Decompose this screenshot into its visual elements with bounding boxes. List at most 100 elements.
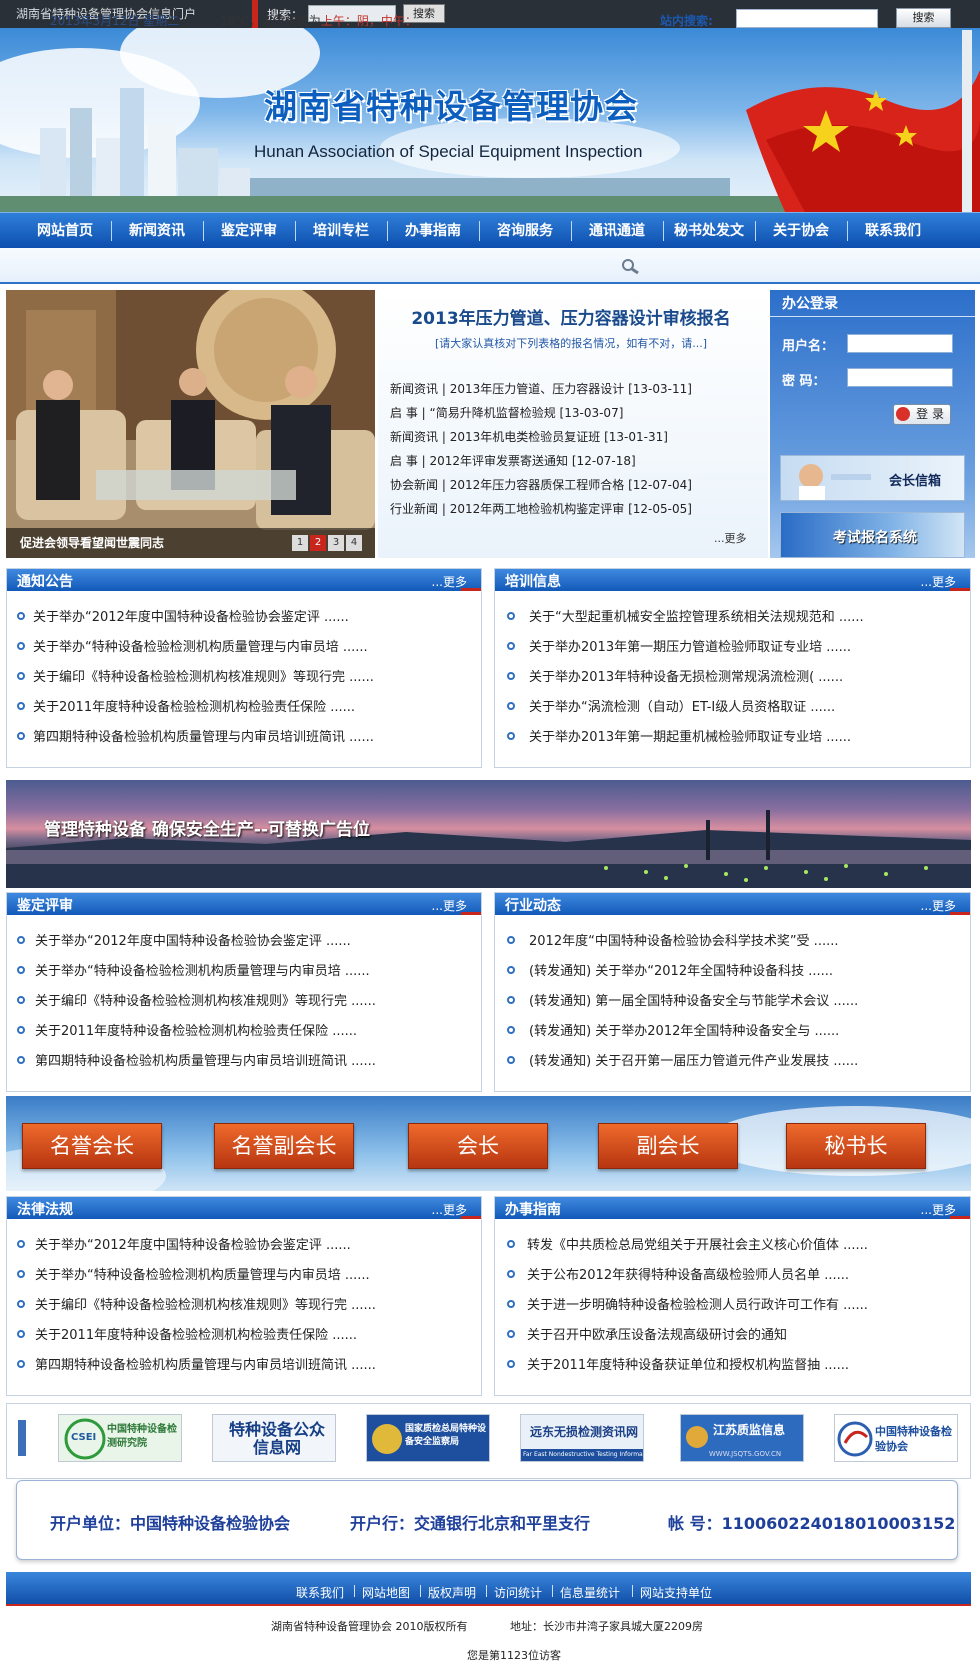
nav-item-consulting[interactable]: 咨询服务	[480, 213, 570, 249]
partner-logo-jiangsu-qts[interactable]: 江苏质监信息 WWW.JSQTS.GOV.CN	[680, 1414, 804, 1462]
scroll-left-arrow-icon[interactable]	[18, 1420, 26, 1456]
slideshow-page-3[interactable]: 3	[328, 535, 344, 551]
list-item[interactable]: 关于2011年度特种设备检验检测机构检验责任保险 ......	[35, 1324, 357, 1343]
list-item[interactable]: (转发通知) 关于举办“2012年全国特种设备科技 ......	[529, 960, 833, 979]
partner-logo-far-east-ndt[interactable]: 远东无损检测资讯网 Far East Nondestructive Testin…	[520, 1414, 644, 1462]
nav-item-secretariat[interactable]: 秘书处发文	[664, 213, 754, 249]
site-search-input[interactable]	[736, 9, 878, 28]
headline-title[interactable]: 2013年压力管道、压力容器设计审核报名	[396, 304, 746, 329]
list-item[interactable]: 第四期特种设备检验机构质量管理与内审员培训班简讯 ......	[33, 726, 374, 745]
mailbox-label: 会长信箱	[889, 474, 942, 489]
slideshow-photo[interactable]	[6, 290, 375, 558]
honorary-president-button[interactable]: 名誉会长	[22, 1123, 162, 1169]
list-item[interactable]: 2012年度“中国特种设备检验协会科学技术奖”受 ......	[529, 930, 838, 949]
list-item[interactable]: 关于编印《特种设备检验检测机构核准规则》等现行完 ......	[33, 666, 374, 685]
nav-item-news[interactable]: 新闻资讯	[112, 213, 202, 249]
list-item[interactable]: 转发《中共质检总局党组关于开展社会主义核心价值体 ......	[527, 1234, 868, 1253]
nav-item-about[interactable]: 关于协会	[756, 213, 846, 249]
training-title: 培训信息	[505, 574, 561, 590]
list-item[interactable]: 关于2011年度特种设备获证单位和授权机构监督抽 ......	[527, 1354, 849, 1373]
header-accent	[461, 588, 481, 591]
footer-link-info-stats[interactable]: 信息量统计	[560, 1584, 620, 1601]
username-input[interactable]	[847, 334, 953, 353]
footer-link-supporters[interactable]: 网站支持单位	[640, 1584, 712, 1601]
vice-president-button[interactable]: 副会长	[598, 1123, 738, 1169]
list-item[interactable]: 关于举办“特种设备检验检测机构质量管理与内审员培 ......	[33, 636, 368, 655]
bullet-icon	[17, 966, 25, 974]
list-item[interactable]: (转发通知) 关于举办2012年全国特种设备安全与 ......	[529, 1020, 839, 1039]
nav-item-communication[interactable]: 通讯通道	[572, 213, 662, 249]
headline-row[interactable]: 协会新闻 | 2012年压力容器质保工程师合格 [12-07-04]	[390, 476, 692, 493]
exam-registration-banner[interactable]: 考试报名系统	[780, 512, 965, 558]
list-item[interactable]: 关于举办2013年第一期起重机械检验师取证专业培 ......	[529, 726, 851, 745]
headline-row[interactable]: 新闻资讯 | 2013年机电类检验员复证班 [13-01-31]	[390, 428, 668, 445]
bullet-icon	[507, 702, 515, 710]
footer-link-sitemap[interactable]: 网站地图	[362, 1584, 410, 1601]
partner-logo-csei[interactable]: CSEI 中国特种设备检测研究院	[58, 1414, 182, 1462]
bullet-icon	[507, 1270, 515, 1278]
headline-row[interactable]: 新闻资讯 | 2013年压力管道、压力容器设计 [13-03-11]	[390, 380, 692, 397]
headline-text: 2012年评审发票寄送通知	[429, 454, 569, 468]
headline-subtitle[interactable]: [请大家认真核对下列表格的报名情况，如有不对，请...]	[396, 335, 746, 351]
list-item[interactable]: 关于“大型起重机械安全监控管理系统相关法规规范和 ......	[529, 606, 864, 625]
list-item[interactable]: 关于公布2012年获得特种设备高级检验师人员名单 ......	[527, 1264, 849, 1283]
partner-logo-public-info[interactable]: 特种设备公众信息网	[212, 1414, 336, 1462]
list-item[interactable]: 关于举办“2012年度中国特种设备检验协会鉴定评 ......	[33, 606, 349, 625]
footer-link-copyright[interactable]: 版权声明	[428, 1584, 476, 1601]
slideshow-caption[interactable]: 促进会领导看望闻世震同志	[20, 534, 164, 551]
nav-item-training[interactable]: 培训专栏	[296, 213, 386, 249]
nav-item-appraisal[interactable]: 鉴定评审	[204, 213, 294, 249]
list-item[interactable]: 第四期特种设备检验机构质量管理与内审员培训班简讯 ......	[35, 1354, 376, 1373]
username-label: 用户名：	[782, 339, 835, 354]
slideshow-page-1[interactable]: 1	[292, 535, 308, 551]
list-item[interactable]: (转发通知) 关于召开第一届压力管道元件产业发展技 ......	[529, 1050, 858, 1069]
headline-row[interactable]: 行业新闻 | 2012年两工地检验机构鉴定评审 [12-05-05]	[390, 500, 692, 517]
headline-row[interactable]: 启 事 | 2012年评审发票寄送通知 [12-07-18]	[390, 452, 636, 469]
site-search-button[interactable]: 搜索	[896, 8, 951, 28]
nav-item-home[interactable]: 网站首页	[20, 213, 110, 249]
headline-row[interactable]: 启 事 | “简易升降机监督检验规 [13-03-07]	[390, 404, 623, 421]
nav-item-contact[interactable]: 联系我们	[848, 213, 938, 249]
president-button[interactable]: 会长	[408, 1123, 548, 1169]
list-item[interactable]: 关于召开中欧承压设备法规高级研讨会的通知	[527, 1324, 787, 1343]
partner-logo-mark: Far East Nondestructive Testing Informat…	[523, 1451, 643, 1458]
site-subtitle: Hunan Association of Special Equipment I…	[254, 142, 643, 161]
partner-logo-name: 国家质检总局特种设备安全监察局	[405, 1424, 487, 1447]
footer-link-contact[interactable]: 联系我们	[296, 1584, 344, 1601]
list-item[interactable]: 关于编印《特种设备检验检测机构核准规则》等现行完 ......	[35, 1294, 376, 1313]
slideshow-page-2[interactable]: 2	[310, 535, 326, 551]
list-item[interactable]: 关于举办“特种设备检验检测机构质量管理与内审员培 ......	[35, 1264, 370, 1283]
notices-panel: 通知公告 ...更多 关于举办“2012年度中国特种设备检验协会鉴定评 ....…	[6, 568, 482, 768]
headline-date: [12-07-04]	[628, 478, 692, 492]
appraisal-panel-header: 鉴定评审 ...更多	[7, 893, 481, 915]
exam-registration-label: 考试报名系统	[833, 530, 917, 546]
list-item[interactable]: 关于举办“涡流检测（自动）ET-Ⅰ级人员资格取证 ......	[529, 696, 835, 715]
headline-more-link[interactable]: ...更多	[714, 530, 747, 546]
honorary-vice-president-button[interactable]: 名誉副会长	[214, 1123, 354, 1169]
list-item[interactable]: 关于举办2013年特种设备无损检测常规涡流检测( ......	[529, 666, 843, 685]
partner-logo-aqsiq[interactable]: 国家质检总局特种设备安全监察局	[366, 1414, 490, 1462]
nav-item-guide[interactable]: 办事指南	[388, 213, 478, 249]
list-item[interactable]: 关于举办2013年第一期压力管道检验师取证专业培 ......	[529, 636, 851, 655]
bullet-icon	[507, 642, 515, 650]
partner-logo-cases[interactable]: 中国特种设备检验协会	[834, 1414, 958, 1462]
password-input[interactable]	[847, 368, 953, 387]
list-item[interactable]: 关于举办“2012年度中国特种设备检验协会鉴定评 ......	[35, 1234, 351, 1253]
list-item[interactable]: 关于举办“特种设备检验检测机构质量管理与内审员培 ......	[35, 960, 370, 979]
advertisement-text[interactable]: 管理特种设备 确保安全生产--可替换广告位	[44, 815, 370, 840]
list-item[interactable]: (转发通知) 第一届全国特种设备安全与节能学术会议 ......	[529, 990, 858, 1009]
list-item[interactable]: 关于2011年度特种设备检验检测机构检验责任保险 ......	[35, 1020, 357, 1039]
headline-date: [12-07-18]	[571, 454, 636, 468]
list-item[interactable]: 关于举办“2012年度中国特种设备检验协会鉴定评 ......	[35, 930, 351, 949]
list-item[interactable]: 关于2011年度特种设备检验检测机构检验责任保险 ......	[33, 696, 355, 715]
list-item[interactable]: 关于进一步明确特种设备检验检测人员行政许可工作有 ......	[527, 1294, 868, 1313]
list-item[interactable]: 第四期特种设备检验机构质量管理与内审员培训班简讯 ......	[35, 1050, 376, 1069]
headline-text: 2012年两工地检验机构鉴定评审	[449, 502, 625, 516]
footer-separator	[552, 1585, 553, 1597]
footer-link-visit-stats[interactable]: 访问统计	[494, 1584, 542, 1601]
slideshow-page-4[interactable]: 4	[346, 535, 362, 551]
secretary-general-button[interactable]: 秘书长	[786, 1123, 926, 1169]
headline-news-box	[378, 290, 768, 558]
president-mailbox-banner[interactable]: 会长信箱	[780, 455, 965, 501]
list-item[interactable]: 关于编印《特种设备检验检测机构核准规则》等现行完 ......	[35, 990, 376, 1009]
